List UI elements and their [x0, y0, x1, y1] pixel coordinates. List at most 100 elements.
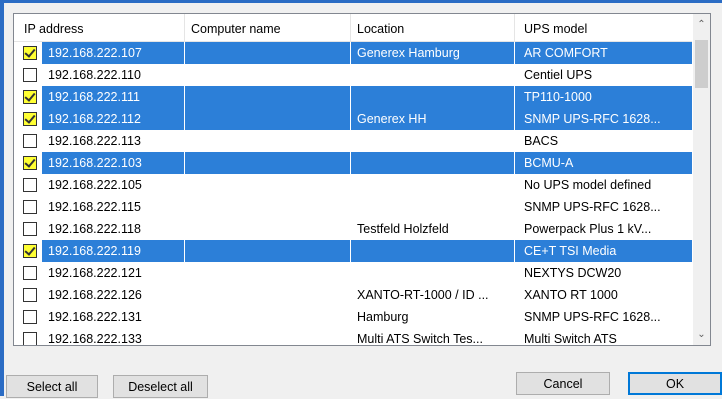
- column-header-location[interactable]: Location: [351, 14, 515, 41]
- computer-name-cell: [185, 64, 350, 86]
- table-row[interactable]: 192.168.222.121 NEXTYS DCW20: [14, 262, 692, 284]
- ups-device-list[interactable]: IP address Computer name Location UPS mo…: [13, 13, 711, 346]
- table-row[interactable]: 192.168.222.112 Generex HH SNMP UPS-RFC 16…: [14, 108, 692, 130]
- location-cell: [351, 130, 514, 152]
- column-header-ups-model[interactable]: UPS model: [515, 14, 692, 41]
- location-cell: [351, 152, 514, 174]
- ip-cell: 192.168.222.110: [48, 68, 141, 82]
- computer-name-cell: [185, 152, 350, 174]
- ups-model-cell: AR COMFORT: [515, 42, 692, 64]
- computer-name-cell: [185, 284, 350, 306]
- row-checkbox[interactable]: [23, 178, 37, 192]
- chevron-up-icon[interactable]: ⌃: [693, 16, 710, 33]
- ip-cell: 192.168.222.119: [42, 240, 184, 262]
- ip-cell: 192.168.222.126: [48, 288, 142, 302]
- computer-name-cell: [185, 130, 350, 152]
- list-rows: 192.168.222.107 Generex Hamburg AR COMFORT…: [14, 42, 692, 345]
- cancel-button[interactable]: Cancel: [516, 372, 610, 395]
- ups-model-cell: TP110-1000: [515, 86, 692, 108]
- computer-name-cell: [185, 262, 350, 284]
- row-checkbox[interactable]: [23, 310, 37, 324]
- computer-name-cell: [185, 108, 350, 130]
- row-checkbox[interactable]: [23, 222, 37, 236]
- ip-cell: 192.168.222.118: [48, 222, 141, 236]
- location-cell: Generex HH: [351, 108, 514, 130]
- location-cell: Generex Hamburg: [351, 42, 514, 64]
- ip-cell: 192.168.222.107: [42, 42, 184, 64]
- deselect-all-button[interactable]: Deselect all: [113, 375, 208, 398]
- location-cell: [351, 64, 514, 86]
- window-frame-left: [0, 0, 4, 396]
- location-cell: [351, 262, 514, 284]
- chevron-down-icon[interactable]: ⌄: [693, 326, 710, 343]
- table-row[interactable]: 192.168.222.115 SNMP UPS-RFC 1628...: [14, 196, 692, 218]
- table-row[interactable]: 192.168.222.110 Centiel UPS: [14, 64, 692, 86]
- computer-name-cell: [185, 328, 350, 345]
- ups-model-cell: BCMU-A: [515, 152, 692, 174]
- ups-model-cell: Centiel UPS: [524, 68, 593, 82]
- row-checkbox[interactable]: [23, 244, 37, 258]
- table-row[interactable]: 192.168.222.113 BACS: [14, 130, 692, 152]
- table-row[interactable]: 192.168.222.133 Multi ATS Switch Tes... Mu…: [14, 328, 692, 345]
- row-checkbox[interactable]: [23, 90, 37, 104]
- ip-cell: 192.168.222.105: [48, 178, 142, 192]
- computer-name-cell: [185, 218, 350, 240]
- row-checkbox[interactable]: [23, 332, 37, 345]
- ip-cell: 192.168.222.133: [48, 332, 142, 345]
- ip-cell: 192.168.222.113: [48, 134, 141, 148]
- ups-model-cell: Multi Switch ATS: [524, 332, 617, 345]
- location-cell: Multi ATS Switch Tes...: [357, 332, 483, 345]
- row-checkbox[interactable]: [23, 46, 37, 60]
- select-all-button[interactable]: Select all: [6, 375, 98, 398]
- row-checkbox[interactable]: [23, 156, 37, 170]
- ups-model-cell: CE+T TSI Media: [515, 240, 692, 262]
- computer-name-cell: [185, 86, 350, 108]
- scrollbar-thumb[interactable]: [695, 40, 708, 88]
- table-row[interactable]: 192.168.222.119 CE+T TSI Media: [14, 240, 692, 262]
- table-row[interactable]: 192.168.222.118 Testfeld Holzfeld Powerpac…: [14, 218, 692, 240]
- computer-name-cell: [185, 42, 350, 64]
- ip-cell: 192.168.222.131: [48, 310, 142, 324]
- table-row[interactable]: 192.168.222.105 No UPS model defined: [14, 174, 692, 196]
- computer-name-cell: [185, 174, 350, 196]
- row-checkbox[interactable]: [23, 200, 37, 214]
- ok-button[interactable]: OK: [628, 372, 722, 395]
- table-row[interactable]: 192.168.222.131 Hamburg SNMP UPS-RFC 1628.…: [14, 306, 692, 328]
- computer-name-cell: [185, 240, 350, 262]
- computer-name-cell: [185, 306, 350, 328]
- location-cell: [351, 240, 514, 262]
- table-row[interactable]: 192.168.222.107 Generex Hamburg AR COMFORT: [14, 42, 692, 64]
- location-cell: Testfeld Holzfeld: [357, 222, 449, 236]
- location-cell: Hamburg: [357, 310, 409, 324]
- vertical-scrollbar[interactable]: ⌃ ⌄: [693, 14, 710, 345]
- table-row[interactable]: 192.168.222.126 XANTO-RT-1000 / ID ... XAN…: [14, 284, 692, 306]
- ip-cell: 192.168.222.115: [48, 200, 141, 214]
- ip-cell: 192.168.222.103: [42, 152, 184, 174]
- ups-model-cell: NEXTYS DCW20: [524, 266, 622, 280]
- computer-name-cell: [185, 196, 350, 218]
- row-checkbox[interactable]: [23, 68, 37, 82]
- row-checkbox[interactable]: [23, 288, 37, 302]
- ups-model-cell: No UPS model defined: [524, 178, 652, 192]
- ups-model-cell: SNMP UPS-RFC 1628...: [515, 108, 692, 130]
- table-row[interactable]: 192.168.222.103 BCMU-A: [14, 152, 692, 174]
- location-cell: [351, 174, 514, 196]
- row-checkbox[interactable]: [23, 266, 37, 280]
- ip-cell: 192.168.222.111: [42, 86, 184, 108]
- ups-model-cell: XANTO RT 1000: [524, 288, 618, 302]
- window-frame-top: [0, 0, 722, 3]
- ip-cell: 192.168.222.121: [48, 266, 142, 280]
- table-row[interactable]: 192.168.222.111 TP110-1000: [14, 86, 692, 108]
- column-header-ip[interactable]: IP address: [14, 14, 185, 41]
- location-cell: [351, 86, 514, 108]
- ups-model-cell: SNMP UPS-RFC 1628...: [524, 310, 661, 324]
- row-checkbox[interactable]: [23, 112, 37, 126]
- ups-model-cell: SNMP UPS-RFC 1628...: [524, 200, 661, 214]
- ups-model-cell: Powerpack Plus 1 kV...: [524, 222, 652, 236]
- location-cell: XANTO-RT-1000 / ID ...: [357, 288, 489, 302]
- location-cell: [351, 196, 514, 218]
- ups-model-cell: BACS: [524, 134, 559, 148]
- list-header: IP address Computer name Location UPS mo…: [14, 14, 692, 42]
- row-checkbox[interactable]: [23, 134, 37, 148]
- column-header-computer-name[interactable]: Computer name: [185, 14, 351, 41]
